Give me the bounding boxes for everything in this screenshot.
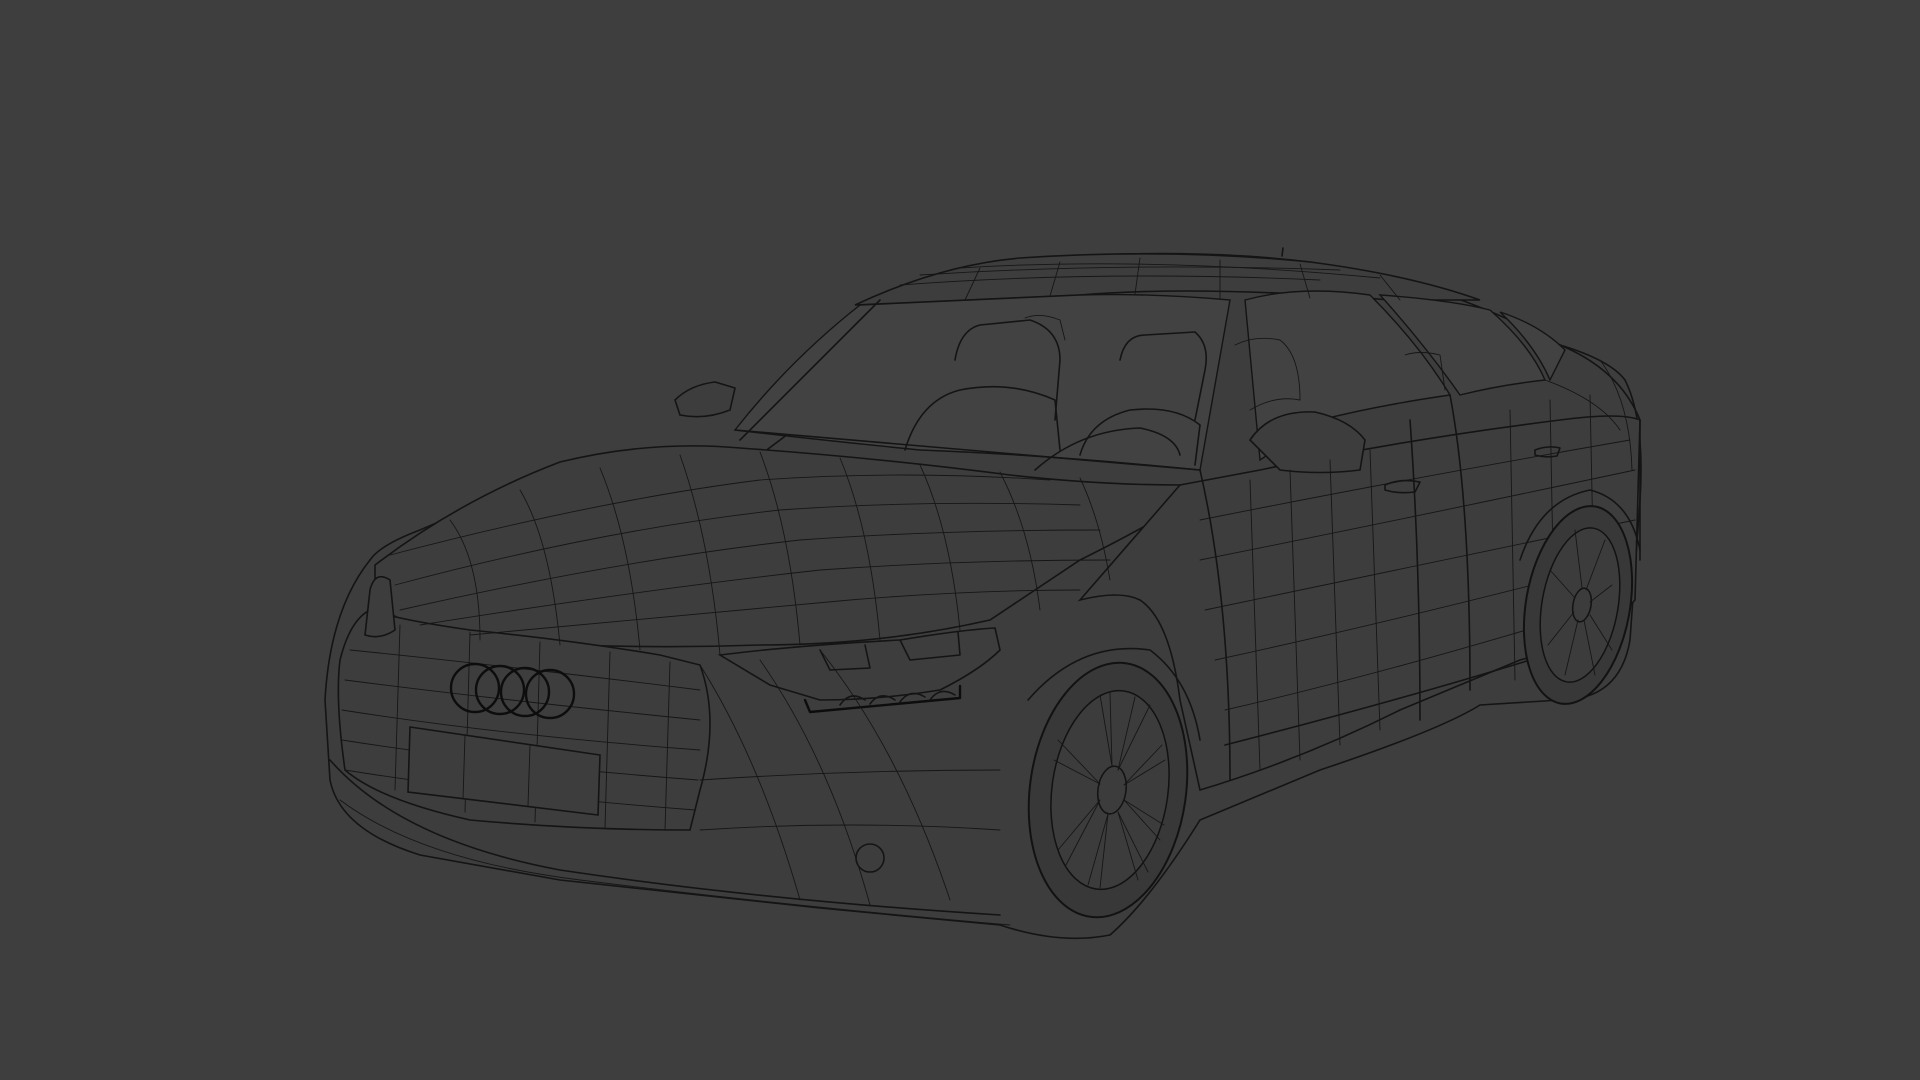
- car-wireframe: [324, 247, 1642, 940]
- 3d-viewport[interactable]: [0, 0, 1920, 1080]
- left-mirror: [674, 381, 736, 418]
